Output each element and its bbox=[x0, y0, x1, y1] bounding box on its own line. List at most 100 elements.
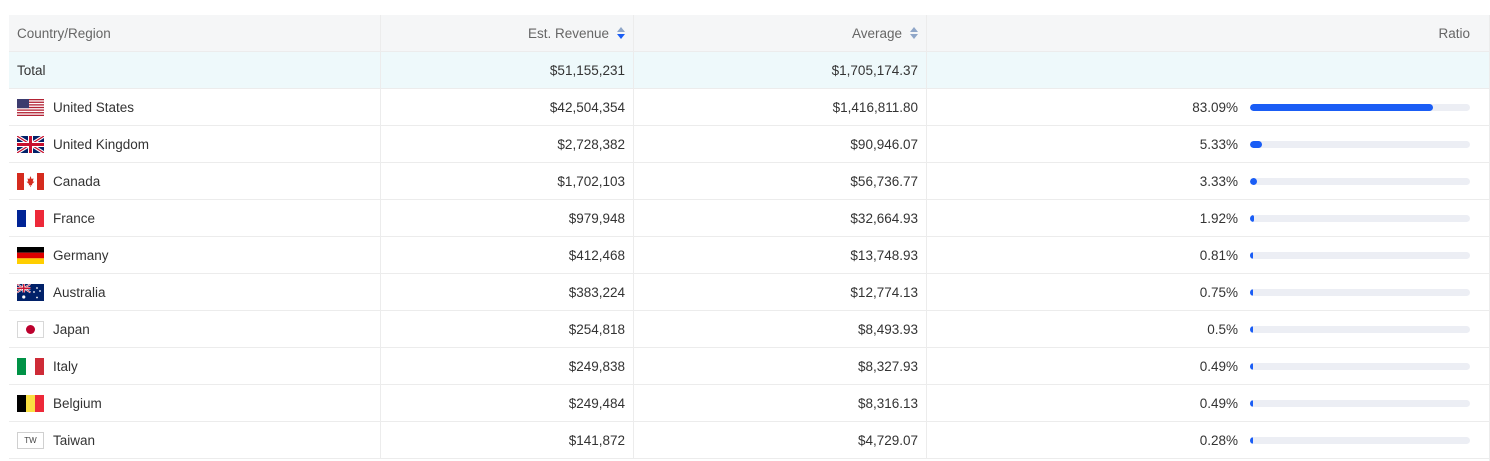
revenue-value: $383,224 bbox=[568, 284, 625, 300]
country-cell: TW Taiwan bbox=[9, 422, 381, 458]
total-label: Total bbox=[17, 62, 46, 78]
table-row-germany[interactable]: Germany $412,468 $13,748.93 0.81% bbox=[9, 237, 1489, 274]
ratio-cell: 0.49% bbox=[927, 348, 1478, 384]
table-row-belgium[interactable]: Belgium $249,484 $8,316.13 0.49% bbox=[9, 385, 1489, 422]
country-name: Australia bbox=[53, 284, 106, 300]
total-ratio-cell bbox=[927, 52, 1478, 88]
ratio-value: 3.33% bbox=[1199, 173, 1238, 189]
belgium-flag-icon bbox=[17, 394, 44, 412]
ratio-bar-fill bbox=[1250, 140, 1262, 148]
total-average: $1,705,174.37 bbox=[831, 62, 918, 78]
revenue-cell: $249,484 bbox=[381, 385, 634, 421]
country-cell: United States bbox=[9, 89, 381, 125]
ratio-value: 0.28% bbox=[1199, 432, 1238, 448]
country-name: Belgium bbox=[53, 395, 102, 411]
table-body: United States $42,504,354 $1,416,811.80 … bbox=[9, 89, 1489, 459]
revenue-cell: $412,468 bbox=[381, 237, 634, 273]
table-row-italy[interactable]: Italy $249,838 $8,327.93 0.49% bbox=[9, 348, 1489, 385]
average-value: $8,316.13 bbox=[857, 395, 918, 411]
table-row-australia[interactable]: Australia $383,224 $12,774.13 0.75% bbox=[9, 274, 1489, 311]
ratio-bar-track bbox=[1250, 362, 1470, 370]
column-header-country: Country/Region bbox=[9, 15, 381, 51]
average-cell: $56,736.77 bbox=[634, 163, 927, 199]
column-header-ratio-label: Ratio bbox=[1438, 25, 1470, 41]
ratio-bar-track bbox=[1250, 399, 1470, 407]
revenue-value: $249,838 bbox=[568, 358, 625, 374]
sort-icon[interactable] bbox=[910, 27, 918, 39]
country-name: United States bbox=[53, 99, 135, 115]
sort-icon[interactable] bbox=[617, 27, 625, 39]
ratio-bar-track bbox=[1250, 288, 1470, 296]
ratio-value: 0.49% bbox=[1199, 358, 1238, 374]
ratio-bar-track bbox=[1250, 214, 1470, 222]
table-row-canada[interactable]: Canada $1,702,103 $56,736.77 3.33% bbox=[9, 163, 1489, 200]
average-cell: $8,316.13 bbox=[634, 385, 927, 421]
ratio-cell: 5.33% bbox=[927, 126, 1478, 162]
average-value: $8,493.93 bbox=[857, 321, 918, 337]
revenue-cell: $979,948 bbox=[381, 200, 634, 236]
ratio-cell: 3.33% bbox=[927, 163, 1478, 199]
ratio-value: 83.09% bbox=[1192, 99, 1238, 115]
ratio-bar-track bbox=[1250, 177, 1470, 185]
revenue-cell: $249,838 bbox=[381, 348, 634, 384]
revenue-by-country-table: Country/Region Est. Revenue Average Rati… bbox=[9, 15, 1490, 461]
ratio-bar-fill bbox=[1250, 436, 1253, 444]
taiwan-flag-icon: TW bbox=[17, 431, 44, 449]
revenue-value: $249,484 bbox=[568, 395, 625, 411]
revenue-cell: $141,872 bbox=[381, 422, 634, 458]
germany-flag-icon bbox=[17, 246, 44, 264]
italy-flag-icon bbox=[17, 357, 44, 375]
revenue-value: $412,468 bbox=[568, 247, 625, 263]
us-flag-icon bbox=[17, 98, 44, 116]
ratio-bar-fill bbox=[1250, 362, 1253, 370]
country-name: Italy bbox=[53, 358, 78, 374]
table-row-united-states[interactable]: United States $42,504,354 $1,416,811.80 … bbox=[9, 89, 1489, 126]
country-cell: Canada bbox=[9, 163, 381, 199]
total-average-cell: $1,705,174.37 bbox=[634, 52, 927, 88]
average-value: $13,748.93 bbox=[850, 247, 918, 263]
ratio-value: 0.81% bbox=[1199, 247, 1238, 263]
column-header-country-label: Country/Region bbox=[17, 25, 111, 41]
table-row-japan[interactable]: Japan $254,818 $8,493.93 0.5% bbox=[9, 311, 1489, 348]
country-cell: Japan bbox=[9, 311, 381, 347]
country-name: Taiwan bbox=[53, 432, 96, 448]
country-cell: France bbox=[9, 200, 381, 236]
column-header-revenue[interactable]: Est. Revenue bbox=[381, 15, 634, 51]
ratio-cell: 0.28% bbox=[927, 422, 1478, 458]
revenue-cell: $254,818 bbox=[381, 311, 634, 347]
ratio-value: 0.5% bbox=[1207, 321, 1238, 337]
table-header-row: Country/Region Est. Revenue Average Rati… bbox=[9, 15, 1489, 52]
average-cell: $1,416,811.80 bbox=[634, 89, 927, 125]
country-cell: Australia bbox=[9, 274, 381, 310]
average-cell: $12,774.13 bbox=[634, 274, 927, 310]
total-revenue-cell: $51,155,231 bbox=[381, 52, 634, 88]
average-value: $4,729.07 bbox=[857, 432, 918, 448]
table-row-united-kingdom[interactable]: United Kingdom $2,728,382 $90,946.07 5.3… bbox=[9, 126, 1489, 163]
ratio-cell: 1.92% bbox=[927, 200, 1478, 236]
japan-flag-icon bbox=[17, 320, 44, 338]
country-name: France bbox=[53, 210, 96, 226]
ratio-cell: 0.49% bbox=[927, 385, 1478, 421]
average-value: $1,416,811.80 bbox=[832, 99, 918, 115]
country-name: Japan bbox=[53, 321, 90, 337]
revenue-cell: $383,224 bbox=[381, 274, 634, 310]
ratio-cell: 0.5% bbox=[927, 311, 1478, 347]
table-row-france[interactable]: France $979,948 $32,664.93 1.92% bbox=[9, 200, 1489, 237]
country-cell: Germany bbox=[9, 237, 381, 273]
total-revenue: $51,155,231 bbox=[549, 62, 625, 78]
ratio-bar-fill bbox=[1250, 103, 1433, 111]
ratio-value: 0.49% bbox=[1199, 395, 1238, 411]
revenue-value: $2,728,382 bbox=[557, 136, 625, 152]
ratio-bar-fill bbox=[1250, 214, 1255, 222]
ratio-bar-track bbox=[1250, 103, 1470, 111]
canada-flag-icon bbox=[17, 172, 44, 190]
column-header-average[interactable]: Average bbox=[634, 15, 927, 51]
ratio-bar-fill bbox=[1250, 325, 1253, 333]
ratio-bar-fill bbox=[1250, 288, 1253, 296]
country-name: Canada bbox=[53, 173, 101, 189]
uk-flag-icon bbox=[17, 135, 44, 153]
country-name: Germany bbox=[53, 247, 109, 263]
table-row-taiwan[interactable]: TW Taiwan $141,872 $4,729.07 0.28% bbox=[9, 422, 1489, 459]
ratio-bar-fill bbox=[1250, 177, 1258, 185]
ratio-cell: 0.81% bbox=[927, 237, 1478, 273]
